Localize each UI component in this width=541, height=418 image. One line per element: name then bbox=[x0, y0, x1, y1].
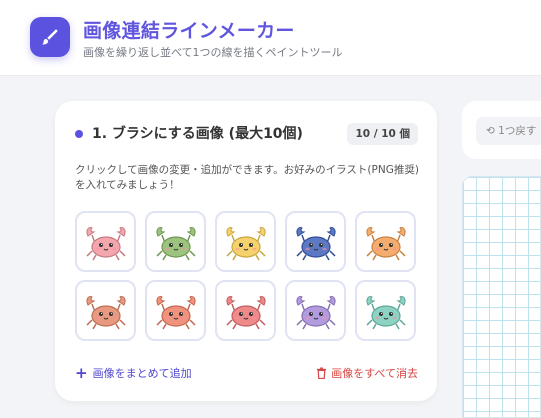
clear-images-label: 画像をすべて消去 bbox=[331, 367, 418, 380]
crab-icon bbox=[365, 295, 406, 329]
brush-icon bbox=[30, 17, 70, 57]
crab-icon bbox=[225, 226, 266, 260]
clear-images-button[interactable]: 画像をすべて消去 bbox=[316, 365, 418, 381]
crab-icon bbox=[85, 226, 126, 260]
brush-image-thumb[interactable] bbox=[215, 211, 276, 272]
trash-icon bbox=[317, 367, 327, 379]
add-images-label: 画像をまとめて追加 bbox=[92, 367, 192, 380]
section-description: クリックして画像の変更・追加ができます。お好みのイラスト(PNG推奨)を入れてみ… bbox=[75, 164, 419, 191]
image-count-badge: 10 / 10 個 bbox=[347, 123, 418, 145]
brush-image-thumb[interactable] bbox=[75, 211, 136, 272]
crab-icon bbox=[365, 226, 406, 260]
brush-image-thumb[interactable] bbox=[145, 280, 206, 341]
brush-image-thumb[interactable] bbox=[285, 211, 346, 272]
crab-icon bbox=[295, 295, 336, 329]
app-title: 画像連結ラインメーカー bbox=[83, 20, 295, 42]
toolbar-panel: ⟲ 1つ戻す bbox=[462, 101, 541, 159]
plus-icon: + bbox=[75, 364, 88, 382]
brush-image-thumb[interactable] bbox=[355, 211, 416, 272]
crab-icon bbox=[295, 226, 336, 260]
section-bullet bbox=[75, 130, 83, 138]
undo-label: 1つ戻す bbox=[498, 125, 537, 137]
crab-icon bbox=[225, 295, 266, 329]
crab-icon bbox=[155, 295, 196, 329]
brush-image-panel: 1. ブラシにする画像 (最大10個) 10 / 10 個 クリックして画像の変… bbox=[55, 101, 437, 401]
brush-image-thumb[interactable] bbox=[75, 280, 136, 341]
undo-button[interactable]: ⟲ 1つ戻す bbox=[476, 117, 541, 145]
crab-icon bbox=[85, 295, 126, 329]
app-subtitle: 画像を繰り返し並べて1つの線を描くペイントツール bbox=[83, 46, 343, 59]
brush-image-thumb[interactable] bbox=[355, 280, 416, 341]
undo-icon: ⟲ bbox=[486, 125, 495, 137]
section-title: 1. ブラシにする画像 (最大10個) bbox=[92, 126, 303, 142]
add-images-button[interactable]: + 画像をまとめて追加 bbox=[75, 365, 192, 381]
crab-icon bbox=[155, 226, 196, 260]
brush-image-thumb[interactable] bbox=[285, 280, 346, 341]
app-header: 画像連結ラインメーカー 画像を繰り返し並べて1つの線を描くペイントツール bbox=[0, 0, 541, 76]
brush-image-thumb[interactable] bbox=[145, 211, 206, 272]
brush-image-thumb[interactable] bbox=[215, 280, 276, 341]
drawing-canvas[interactable] bbox=[462, 176, 541, 418]
